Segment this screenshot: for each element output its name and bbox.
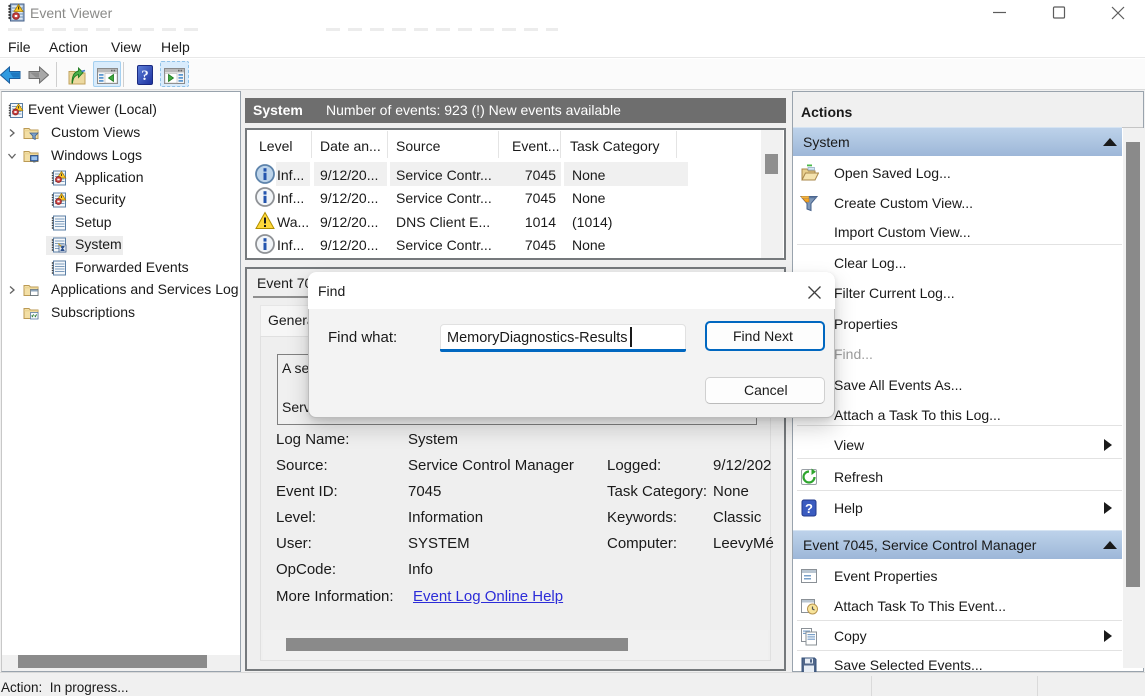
svg-text:?: ? [141,68,149,84]
svg-text:?: ? [805,501,813,516]
